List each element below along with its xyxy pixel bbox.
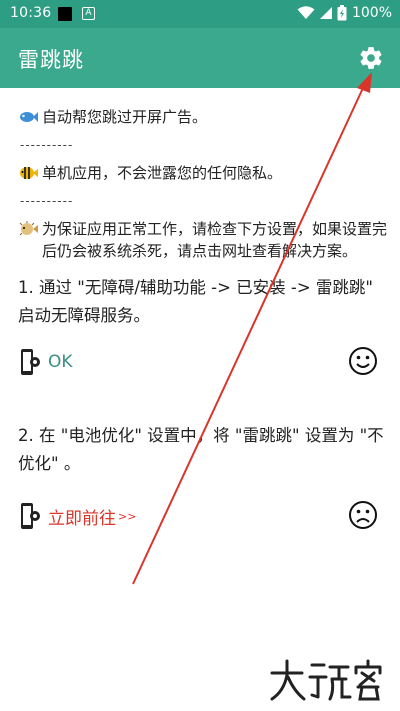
notice-text: 为保证应用正常工作，请检查下方设置，如果设置完后仍会被系统杀死，请点击网址查看解… <box>42 220 388 260</box>
app-screen: 10:36 A 100% 雷跳跳 自动帮您跳过开屏广告。 ---------- … <box>0 0 400 711</box>
app-bar: 雷跳跳 <box>0 28 400 88</box>
divider-dashes: ---------- <box>20 138 74 152</box>
frowning-face-icon <box>349 501 377 529</box>
status-icons: 100% <box>297 5 392 21</box>
step-1-text: 1. 通过 "无障碍/辅助功能 -> 已安装 -> 雷跳跳" 启动无障碍服务。 <box>18 278 374 325</box>
watermark-logo <box>270 659 382 701</box>
notice-item: 为保证应用正常工作，请检查下方设置，如果设置完后仍会被系统杀死，请点击网址查看解… <box>18 218 388 262</box>
notification-square-icon <box>58 7 72 21</box>
app-title: 雷跳跳 <box>18 48 84 72</box>
step-2-action-row: 立即前往 >> <box>18 496 388 536</box>
gear-icon[interactable] <box>358 45 384 71</box>
battery-icon <box>337 5 347 21</box>
tropical-fish-emoji <box>20 167 38 179</box>
step-1-action-row: OK <box>18 342 388 382</box>
ok-link[interactable]: OK <box>48 352 73 372</box>
go-now-link[interactable]: 立即前往 <box>48 504 116 529</box>
notification-a-icon: A <box>82 7 95 20</box>
status-time: 10:36 <box>10 5 52 21</box>
status-bar: 10:36 A 100% <box>0 0 400 28</box>
wifi-icon <box>297 6 315 19</box>
battery-percent: 100% <box>351 5 392 21</box>
signal-icon <box>319 7 332 19</box>
notice-item: 单机应用，不会泄露您的任何隐私。 <box>18 162 388 184</box>
step-2-text: 2. 在 "电池优化" 设置中，将 "雷跳跳" 设置为 "不优化" 。 <box>18 426 384 473</box>
phone-settings-icon <box>21 503 40 529</box>
fish-emoji <box>20 112 38 122</box>
blowfish-emoji <box>19 221 38 236</box>
go-arrow: >> <box>118 509 137 523</box>
divider-dashes: ---------- <box>20 194 74 208</box>
notice-item: 自动帮您跳过开屏广告。 <box>18 106 388 128</box>
notice-text: 单机应用，不会泄露您的任何隐私。 <box>42 164 283 182</box>
main-content: 自动帮您跳过开屏广告。 ---------- 单机应用，不会泄露您的任何隐私。 … <box>18 100 388 536</box>
phone-settings-icon <box>21 349 40 375</box>
notice-section: 自动帮您跳过开屏广告。 ---------- 单机应用，不会泄露您的任何隐私。 … <box>18 106 388 262</box>
smiling-face-icon <box>349 347 377 375</box>
notice-text: 自动帮您跳过开屏广告。 <box>42 108 208 126</box>
